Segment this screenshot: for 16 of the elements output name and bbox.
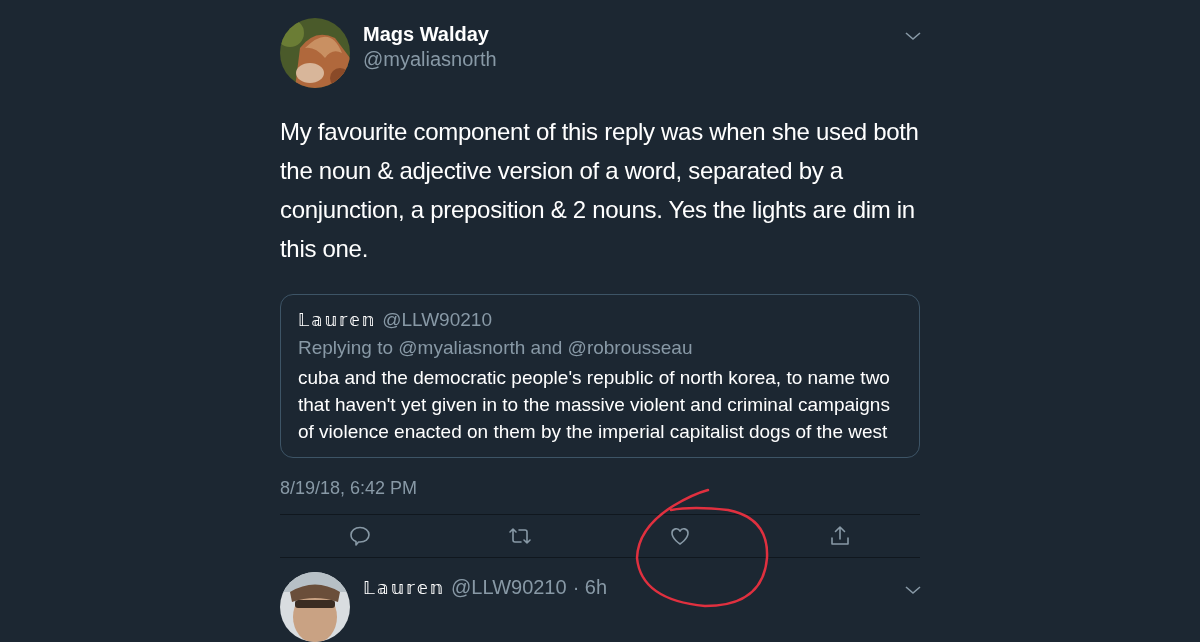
chevron-down-icon[interactable] xyxy=(904,584,922,596)
tweet-text: My favourite component of this reply was when she used both the noun & adjective version of a word, separated by a conjunction, a preposition & 2 nouns. Yes the lights are dim in this one. xyxy=(280,117,920,264)
quoted-author-name: 𝕃𝕒𝕦𝕣𝕖𝕟 xyxy=(298,310,377,331)
tweet-timestamp: 8/19/18, 6:42 PM xyxy=(280,478,419,499)
quoted-tweet-text: cuba and the democratic people's republic of north korea, to name two that haven't yet given in to the massive violent and criminal campaigns of violence enacted on them by the imperial capitalist dogs of the west xyxy=(298,366,891,444)
quoted-tweet[interactable] xyxy=(280,294,920,458)
author-handle: @myaliasnorth xyxy=(363,48,498,71)
author-name: Mags Walday xyxy=(363,23,490,46)
reply-author-name: 𝕃𝕒𝕦𝕣𝕖𝕟 xyxy=(363,577,446,599)
chevron-down-icon[interactable] xyxy=(904,30,922,42)
replying-to-text: Replying to @myaliasnorth and @robrousseau xyxy=(298,337,694,359)
reply-time: · 6h xyxy=(572,576,608,599)
reply-icon[interactable] xyxy=(348,524,372,548)
share-icon[interactable] xyxy=(828,524,852,548)
reply-author-handle: @LLW90210 xyxy=(451,576,567,599)
quoted-author-handle: @LLW90210 xyxy=(382,309,492,331)
